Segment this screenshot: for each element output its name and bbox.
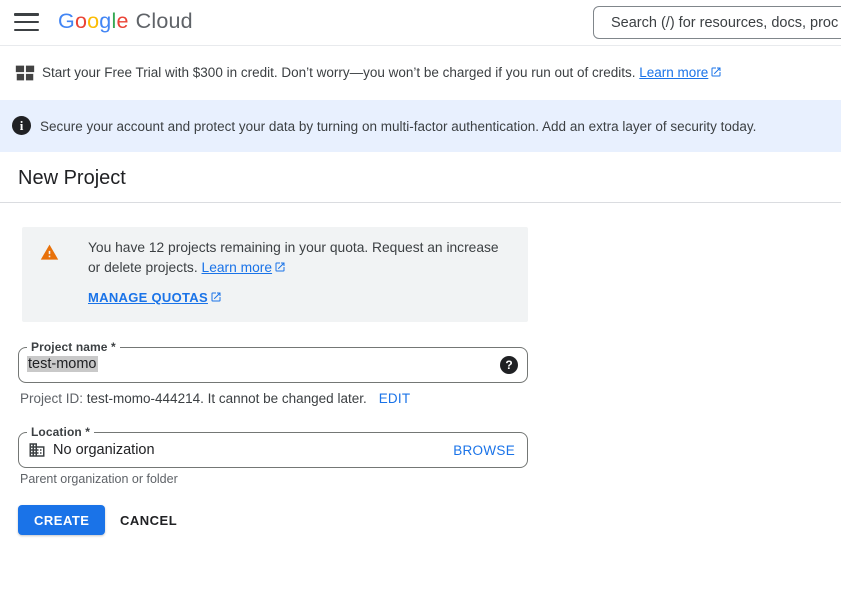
location-label: Location * [27, 425, 94, 439]
info-icon: i [12, 116, 31, 135]
help-circle-icon[interactable]: ? [500, 356, 518, 374]
external-link-icon [710, 66, 722, 78]
free-trial-banner: Start your Free Trial with $300 in credi… [0, 47, 841, 100]
cancel-button[interactable]: CANCEL [112, 505, 185, 535]
organization-icon [28, 441, 46, 459]
browse-button[interactable]: BROWSE [453, 443, 515, 458]
quota-warning-text: You have 12 projects remaining in your q… [88, 238, 512, 278]
warning-triangle-icon [40, 243, 59, 262]
top-app-bar: Google Cloud Search (/) for resources, d… [0, 0, 841, 46]
create-button[interactable]: CREATE [18, 505, 105, 535]
manage-quotas-link[interactable]: MANAGE QUOTAS [88, 290, 222, 305]
location-helper-text: Parent organization or folder [20, 472, 178, 486]
project-name-value[interactable]: test-momo [27, 356, 98, 372]
gcp-new-project-page: Google Cloud Search (/) for resources, d… [0, 0, 841, 605]
google-cloud-logo: Google Cloud [58, 9, 193, 34]
external-link-icon [210, 291, 222, 303]
page-title: New Project [18, 167, 126, 190]
quota-learn-more-link[interactable]: Learn more [202, 260, 287, 275]
trial-learn-more-link[interactable]: Learn more [639, 65, 722, 80]
menu-icon[interactable] [14, 13, 39, 32]
free-trial-text: Start your Free Trial with $300 in credi… [42, 65, 722, 80]
external-link-icon [274, 261, 286, 273]
project-name-field[interactable]: Project name * test-momo ? [18, 347, 528, 383]
page-header: New Project [0, 152, 841, 203]
search-input[interactable]: Search (/) for resources, docs, proc [593, 6, 841, 39]
project-id-value: test-momo-444214. It cannot be changed l… [87, 391, 367, 406]
location-field[interactable]: Location * No organization BROWSE [18, 432, 528, 468]
edit-project-id-link[interactable]: EDIT [379, 391, 411, 406]
logo-cloud-text: Cloud [136, 9, 193, 34]
project-name-label: Project name * [27, 340, 120, 354]
location-value: No organization [53, 442, 155, 458]
quota-warning-box: You have 12 projects remaining in your q… [22, 227, 528, 322]
gift-icon [14, 62, 36, 84]
mfa-security-banner: i Secure your account and protect your d… [0, 100, 841, 152]
project-id-line: Project ID: test-momo-444214. It cannot … [20, 391, 410, 406]
search-placeholder: Search (/) for resources, docs, proc [611, 15, 838, 31]
mfa-banner-text: Secure your account and protect your dat… [40, 119, 756, 134]
